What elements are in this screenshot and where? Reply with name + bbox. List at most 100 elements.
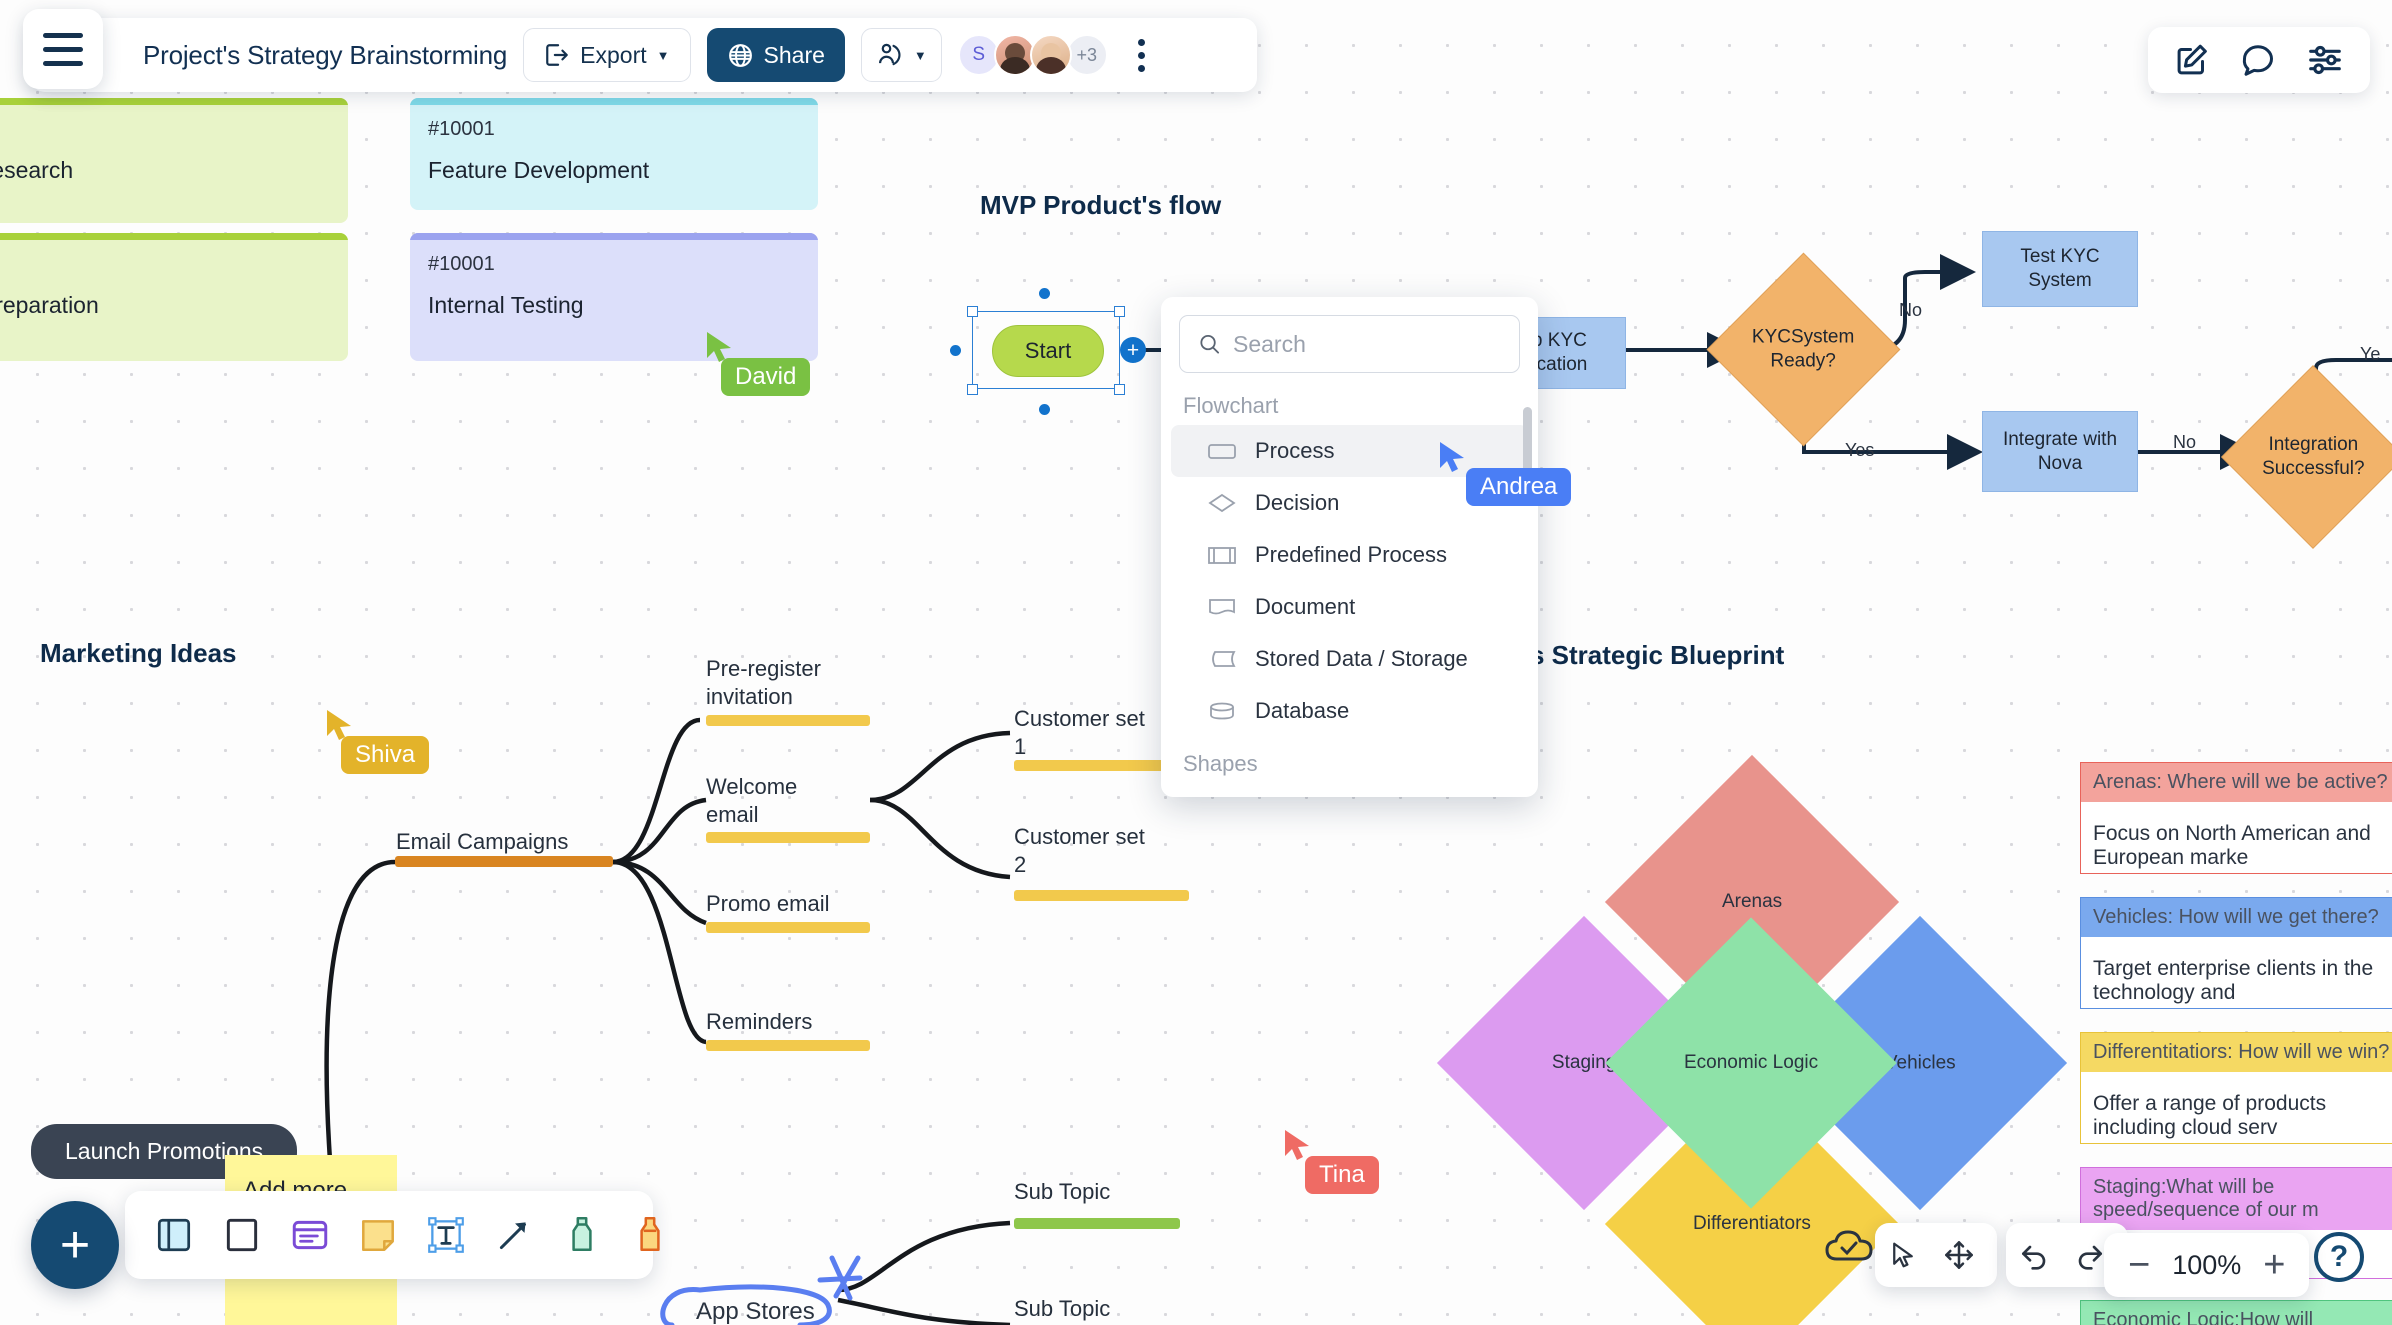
invite-button[interactable]: ▼ (860, 28, 942, 82)
undo-icon[interactable] (2006, 1223, 2062, 1287)
blueprint-note-vehicles[interactable]: Vehicles: How will we get there? Target … (2080, 897, 2392, 1009)
settings-sliders-icon[interactable] (2306, 41, 2344, 79)
whiteboard-canvas[interactable]: #10001 Market Research #10001 Feature De… (0, 0, 2392, 1325)
kebab-menu-icon[interactable] (1137, 38, 1145, 72)
mindmap-subtopic-bar[interactable] (1014, 1218, 1180, 1229)
help-button[interactable]: ? (2314, 1232, 2364, 1282)
edit-note-icon[interactable] (2174, 42, 2210, 78)
kanban-card[interactable]: #10001 Internal Testing (410, 233, 818, 361)
zoom-out-icon[interactable]: − (2128, 1246, 2150, 1284)
kanban-card[interactable]: #10001 Launch Preparation (0, 233, 348, 361)
shape-tool-icon[interactable] (221, 1212, 263, 1258)
sticky-note-tool-icon[interactable] (357, 1212, 399, 1258)
top-right-toolbar (2148, 27, 2370, 93)
document-shape-icon (1209, 599, 1235, 615)
selection-handle[interactable] (967, 306, 978, 317)
card-stripe (410, 233, 818, 240)
chevron-down-icon: ▼ (656, 47, 670, 63)
card-title: Launch Preparation (0, 292, 99, 318)
selection-handle[interactable] (1114, 306, 1125, 317)
flow-node-kyc-ready[interactable]: KYCSystem Ready? (1706, 252, 1901, 447)
avatar-overflow-count[interactable]: +3 (1065, 34, 1108, 76)
mindmap-subbranch-label: Customer set 2 (1014, 823, 1164, 878)
mindmap-branch-label: Pre-register invitation (706, 655, 856, 710)
mindmap-root-bar[interactable] (395, 856, 613, 867)
flow-node-start[interactable]: Start (992, 325, 1104, 377)
connector-dot[interactable] (1039, 404, 1050, 415)
card-id: #10001 (428, 118, 495, 140)
zoom-in-icon[interactable]: + (2263, 1246, 2285, 1284)
bottom-toolbar (125, 1191, 660, 1279)
avatar[interactable] (1029, 34, 1072, 76)
card-title: Market Research (0, 157, 74, 183)
export-button[interactable]: Export ▼ (523, 28, 691, 82)
shape-search-input[interactable] (1233, 330, 1501, 358)
share-button[interactable]: Share (706, 28, 845, 82)
pan-move-icon[interactable] (1931, 1223, 1987, 1287)
card-id: #10001 (0, 118, 330, 141)
shape-search-box[interactable] (1179, 315, 1520, 373)
kanban-card[interactable]: #10001 Market Research (0, 98, 348, 223)
hamburger-icon[interactable] (23, 9, 103, 89)
mindmap-branch-bar[interactable] (706, 832, 870, 843)
shape-picker-panel[interactable]: Flowchart Process Decision Predefined Pr… (1161, 297, 1538, 797)
add-icon[interactable]: + (31, 1201, 119, 1289)
note-header: Staging:What will be speed/sequence of o… (2081, 1168, 2392, 1230)
card-tool-icon[interactable] (289, 1212, 331, 1258)
avatar-initial: S (972, 44, 986, 65)
mindmap-branch-bar[interactable] (706, 715, 870, 726)
note-header: Vehicles: How will we get there? (2081, 898, 2392, 937)
mindmap-subbranch-bar[interactable] (1014, 760, 1178, 771)
shape-item-stored-data[interactable]: Stored Data / Storage (1171, 633, 1528, 685)
mindmap-branch-bar[interactable] (706, 922, 870, 933)
comment-icon[interactable] (2240, 42, 2276, 78)
selection-handle[interactable] (967, 384, 978, 395)
edge-label-yes: Ye (2360, 344, 2381, 364)
mindmap-subbranch-bar[interactable] (1014, 890, 1189, 901)
page-title[interactable]: Project's Strategy Brainstorming (143, 40, 507, 71)
pen-tool-icon[interactable] (561, 1212, 603, 1258)
flow-node-test-kyc[interactable]: Test KYC System (1982, 231, 2138, 307)
mindmap-branch-bar[interactable] (706, 1040, 870, 1051)
blueprint-note-arenas[interactable]: Arenas: Where will we be active? Focus o… (2080, 762, 2392, 874)
flow-node-integration-successful[interactable]: Integration Successful? (2221, 365, 2392, 549)
top-toolbar: Project's Strategy Brainstorming Export … (31, 18, 1257, 92)
card-id: #10001 (0, 253, 330, 276)
card-title: Feature Development (428, 157, 650, 183)
arrow-tool-icon[interactable] (493, 1212, 535, 1258)
diamond-label: Arenas (1721, 890, 1783, 912)
cursor-select-icon[interactable] (1875, 1223, 1931, 1287)
database-shape-icon (1210, 702, 1234, 720)
blueprint-note-differentiators[interactable]: Differentitatiors: How will we win? Offe… (2080, 1032, 2392, 1144)
note-body: Focus on North American and European mar… (2093, 822, 2371, 869)
note-header: Differentitatiors: How will we win? (2081, 1033, 2392, 1072)
shape-item-database[interactable]: Database (1171, 685, 1528, 737)
card-stripe (0, 233, 348, 240)
export-icon (546, 44, 568, 66)
collaborator-avatars: S +3 (957, 34, 1108, 76)
help-label: ? (2329, 1240, 2349, 1273)
connector-dot[interactable] (950, 345, 961, 356)
pointer-tools-group (1875, 1223, 1997, 1287)
text-tool-icon[interactable] (425, 1212, 467, 1258)
add-person-icon (878, 43, 901, 66)
frame-tool-icon[interactable] (153, 1212, 195, 1258)
edge-label-no: No (1899, 300, 1923, 320)
flow-node-label: System (2028, 270, 2092, 291)
kanban-card[interactable]: #10001 Feature Development (410, 98, 818, 210)
blueprint-note-economic-logic[interactable]: Economic Logic:How will returnsbe made? (2080, 1300, 2392, 1325)
globe-icon (728, 43, 752, 67)
flow-node-integrate-nova[interactable]: Integrate with Nova (1982, 411, 2138, 492)
blueprint-diamond-economic-logic[interactable]: Economic Logic (1605, 917, 1897, 1209)
shape-item-document[interactable]: Document (1171, 581, 1528, 633)
highlighter-tool-icon[interactable] (629, 1212, 671, 1258)
search-icon (1200, 334, 1220, 354)
note-body: Offer a range of products including clou… (2093, 1092, 2327, 1139)
cursor-label: Shiva (341, 736, 430, 774)
add-connector-button[interactable]: + (1120, 337, 1146, 363)
shape-item-predefined-process[interactable]: Predefined Process (1171, 529, 1528, 581)
mindmap-subtopic-label: Sub Topic (1014, 1296, 1111, 1321)
selection-handle[interactable] (1114, 384, 1125, 395)
shape-group-header: Shapes (1183, 751, 1258, 776)
connector-dot[interactable] (1039, 288, 1050, 299)
